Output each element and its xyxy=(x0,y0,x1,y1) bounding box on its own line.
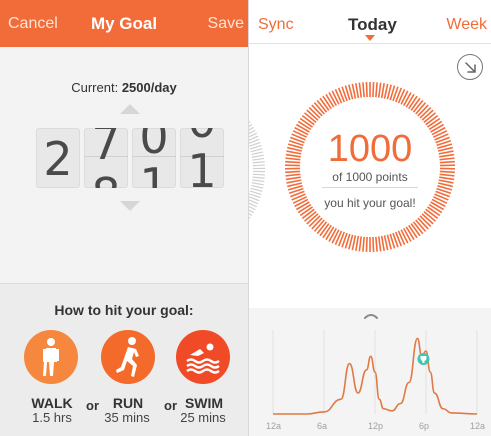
ring-tick xyxy=(431,198,446,208)
ring-tick xyxy=(377,82,382,98)
digit-wheel[interactable]: 2 xyxy=(36,128,80,188)
increase-arrow-icon[interactable] xyxy=(120,104,140,114)
run-icon xyxy=(116,337,139,377)
ring-tick xyxy=(362,82,365,98)
expand-button[interactable] xyxy=(457,54,483,80)
ring-tick xyxy=(250,187,263,192)
walk-value: 1.5 hrs xyxy=(32,410,72,425)
x-tick-label: 6a xyxy=(317,421,328,431)
ring-tick xyxy=(251,154,264,158)
ring-tick xyxy=(252,164,265,167)
ring-tick xyxy=(252,161,265,164)
goal-header: Cancel My Goal Save xyxy=(0,0,248,47)
ring-tick xyxy=(251,151,264,156)
ring-tick xyxy=(372,236,375,252)
ring-tick xyxy=(251,184,264,189)
digit-value: 7 xyxy=(91,128,121,170)
x-tick-label: 12a xyxy=(266,421,282,431)
trophy-icon[interactable] xyxy=(417,353,430,365)
caret-down-icon xyxy=(365,35,375,41)
arrow-down-right-icon xyxy=(465,62,476,73)
swim-icon xyxy=(186,343,220,374)
ring-tick xyxy=(372,82,375,98)
walk-icon xyxy=(43,338,59,376)
x-tick-label: 12a xyxy=(470,421,486,431)
ring-tick xyxy=(355,83,360,99)
ring-divider xyxy=(322,187,418,188)
ring-tick xyxy=(375,82,378,98)
walk-button[interactable] xyxy=(24,330,78,384)
digit-wheel[interactable]: 0 1 xyxy=(180,128,224,188)
ring-tick xyxy=(249,190,262,196)
digit-value: 0 xyxy=(139,128,169,164)
x-tick-label: 12p xyxy=(368,421,384,431)
tab-today[interactable]: Today xyxy=(348,15,397,35)
ring-tick xyxy=(252,157,265,161)
points-subtitle: of 1000 points xyxy=(332,170,408,184)
digit-value: 0 xyxy=(180,128,224,144)
ring-tick xyxy=(383,83,389,99)
decrease-arrow-icon[interactable] xyxy=(120,201,140,211)
points-value: 1000 xyxy=(327,128,413,170)
ring-tick xyxy=(251,182,264,186)
goal-message: you hit your goal! xyxy=(324,196,416,210)
current-value: 2500/day xyxy=(121,80,177,95)
digit-value-next: 1 xyxy=(139,158,169,188)
ring-tick xyxy=(358,236,363,252)
ring-tick xyxy=(380,235,385,251)
header-divider xyxy=(249,43,491,44)
ring-tick xyxy=(351,235,357,251)
ring-tick xyxy=(328,227,337,242)
goal-picker: 2 7 8 0 1 0 1 xyxy=(36,128,226,188)
sync-button[interactable]: Sync xyxy=(258,16,294,34)
digit-value-next: 8 xyxy=(84,172,128,188)
digit-wheel[interactable]: 7 8 xyxy=(84,128,128,188)
ring-tick xyxy=(362,236,365,252)
ring-tick xyxy=(252,176,265,179)
run-value: 35 mins xyxy=(104,410,150,425)
walk-label: WALK xyxy=(31,395,73,411)
ring-tick xyxy=(377,236,382,252)
ring-tick xyxy=(430,201,445,211)
ring-tick xyxy=(328,92,337,107)
ring-tick xyxy=(355,235,360,251)
swim-label: SWIM xyxy=(184,395,224,411)
ring-tick xyxy=(252,179,265,183)
ring-tick xyxy=(365,236,368,252)
current-label: Current: xyxy=(71,80,122,95)
current-goal: Current: 2500/day xyxy=(0,80,248,95)
ring-tick xyxy=(380,83,385,99)
ring-tick xyxy=(250,148,263,153)
swim-button[interactable] xyxy=(176,330,230,384)
ring-tick xyxy=(383,235,389,251)
x-tick-label: 6p xyxy=(419,421,430,431)
howto-title: How to hit your goal: xyxy=(54,302,194,318)
ring-tick xyxy=(403,227,412,242)
ring-tick xyxy=(249,144,262,150)
activity-chart[interactable] xyxy=(249,308,491,436)
digit-wheel[interactable]: 0 1 xyxy=(132,128,176,188)
ring-tick xyxy=(375,236,378,252)
ring-tick xyxy=(403,92,412,107)
ring-tick xyxy=(351,83,357,99)
ring-tick xyxy=(295,201,310,211)
digit-value-next: 1 xyxy=(187,144,217,188)
ring-tick xyxy=(365,82,368,98)
digit-value: 2 xyxy=(43,132,73,186)
tab-week[interactable]: Week xyxy=(446,16,487,34)
ring-tick xyxy=(252,173,265,176)
run-button[interactable] xyxy=(101,330,155,384)
swim-value: 25 mins xyxy=(180,410,226,425)
ring-tick xyxy=(294,198,309,208)
ring-tick xyxy=(358,82,363,98)
run-label: RUN xyxy=(112,395,144,411)
save-button[interactable]: Save xyxy=(208,15,244,33)
previous-day-ring[interactable] xyxy=(249,110,269,230)
